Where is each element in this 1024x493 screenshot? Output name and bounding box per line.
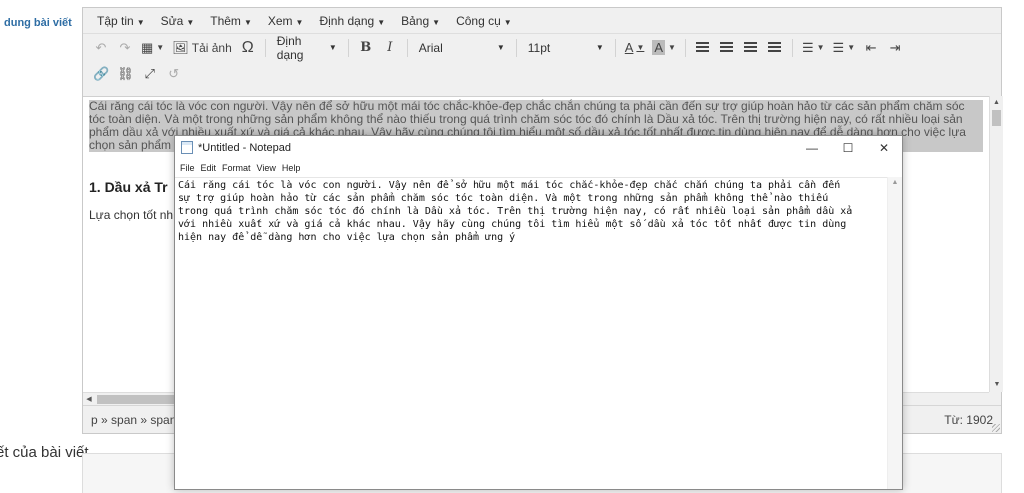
- table-icon[interactable]: ▦ ▼: [137, 37, 168, 59]
- menu-file[interactable]: Tập tin ▼: [89, 14, 153, 28]
- redo-icon[interactable]: ↷: [113, 37, 137, 59]
- italic-icon[interactable]: I: [378, 37, 402, 59]
- notepad-menu-format[interactable]: Format: [219, 163, 254, 173]
- editor-menubar: Tập tin ▼ Sửa ▼ Thêm ▼ Xem ▼ Định dạng ▼ Bảng…: [83, 8, 1001, 34]
- maximize-button[interactable]: ☐: [830, 136, 866, 159]
- menu-insert[interactable]: Thêm ▼: [202, 14, 260, 28]
- align-right-icon[interactable]: [739, 37, 763, 59]
- align-left-icon[interactable]: [691, 37, 715, 59]
- notepad-app-icon: [181, 141, 193, 154]
- menu-edit[interactable]: Sửa ▼: [153, 14, 203, 28]
- notepad-menubar: File Edit Format View Help: [175, 159, 902, 177]
- menu-table[interactable]: Bảng ▼: [393, 14, 448, 28]
- indent-icon[interactable]: ⇥: [883, 37, 907, 59]
- bold-icon[interactable]: B: [354, 37, 378, 59]
- notepad-window-title: *Untitled - Notepad: [198, 141, 291, 154]
- outdent-icon[interactable]: ⇤: [859, 37, 883, 59]
- toolbar-divider: [684, 38, 686, 57]
- font-family-select[interactable]: Arial ▼: [413, 37, 511, 59]
- notepad-menu-file[interactable]: File: [177, 163, 198, 173]
- scroll-thumb[interactable]: [992, 110, 1001, 126]
- section-label-description: ết của bài viết: [0, 444, 89, 461]
- notepad-text-area[interactable]: Cái răng cái tóc là vóc con người. Vậy n…: [175, 177, 887, 489]
- special-char-icon[interactable]: Ω: [236, 37, 260, 59]
- scroll-down-icon[interactable]: ▼: [990, 378, 1004, 392]
- notepad-menu-view[interactable]: View: [254, 163, 279, 173]
- toolbar-divider: [614, 38, 616, 57]
- close-button[interactable]: ✕: [866, 136, 902, 159]
- scroll-thumb-horizontal[interactable]: [97, 395, 177, 404]
- scroll-up-icon[interactable]: ▲: [888, 177, 902, 189]
- word-count: Từ: 1902: [944, 413, 993, 427]
- toolbar-divider: [347, 38, 349, 57]
- field-label-content: dung bài viết: [4, 17, 72, 29]
- minimize-button[interactable]: —: [794, 136, 830, 159]
- fullscreen-icon[interactable]: ⤢: [138, 63, 162, 85]
- align-center-icon[interactable]: [715, 37, 739, 59]
- element-path[interactable]: p » span » span: [91, 413, 176, 427]
- notepad-window: *Untitled - Notepad — ☐ ✕ File Edit Form…: [174, 135, 903, 490]
- notepad-titlebar[interactable]: *Untitled - Notepad — ☐ ✕: [175, 136, 902, 159]
- restore-draft-icon[interactable]: ↺: [162, 63, 186, 85]
- align-justify-icon[interactable]: [763, 37, 787, 59]
- insert-image-button[interactable]: 🖼 Tải ảnh: [168, 37, 236, 59]
- scroll-up-icon[interactable]: ▲: [990, 96, 1003, 110]
- editor-toolbar-row-2: 🔗 ⛓ ⤢ ↺: [83, 61, 1001, 86]
- link-icon[interactable]: 🔗: [89, 63, 113, 85]
- menu-format[interactable]: Định dạng ▼: [311, 14, 393, 28]
- numbered-list-icon[interactable]: ☰ ▼: [829, 37, 860, 59]
- notepad-vertical-scrollbar[interactable]: ▲: [887, 177, 902, 489]
- toolbar-divider: [264, 38, 266, 57]
- undo-icon[interactable]: ↶: [89, 37, 113, 59]
- toolbar-divider: [406, 38, 408, 57]
- menu-view[interactable]: Xem ▼: [260, 14, 312, 28]
- text-color-icon[interactable]: A ▼: [621, 37, 649, 59]
- notepad-menu-help[interactable]: Help: [279, 163, 304, 173]
- notepad-menu-edit[interactable]: Edit: [198, 163, 220, 173]
- toolbar-divider: [791, 38, 793, 57]
- bullet-list-icon[interactable]: ☰ ▼: [798, 37, 829, 59]
- unlink-icon[interactable]: ⛓: [113, 63, 138, 85]
- editor-vertical-scrollbar[interactable]: ▲ ▼: [989, 96, 1003, 392]
- image-icon: 🖼: [172, 39, 189, 55]
- editor-toolbar-row-1: ↶ ↷ ▦ ▼ 🖼 Tải ảnh Ω Định dạng ▼ B I Arial ▼ …: [83, 34, 1001, 62]
- menu-tools[interactable]: Công cụ ▼: [448, 14, 520, 28]
- font-size-select[interactable]: 11pt ▼: [522, 37, 610, 59]
- resize-handle-icon[interactable]: [992, 424, 1000, 432]
- toolbar-divider: [515, 38, 517, 57]
- format-select[interactable]: Định dạng ▼: [271, 34, 343, 62]
- background-color-icon[interactable]: A ▼: [648, 37, 680, 59]
